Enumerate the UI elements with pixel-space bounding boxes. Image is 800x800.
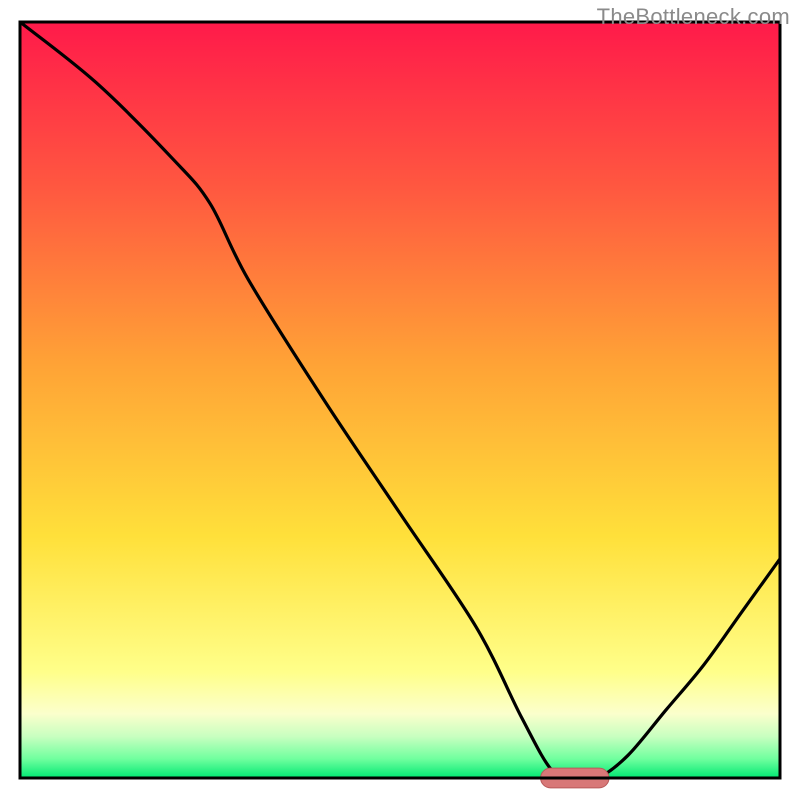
bottleneck-chart [0,0,800,800]
watermark-text: TheBottleneck.com [597,4,790,30]
chart-stage: TheBottleneck.com [0,0,800,800]
gradient-background [20,22,780,778]
